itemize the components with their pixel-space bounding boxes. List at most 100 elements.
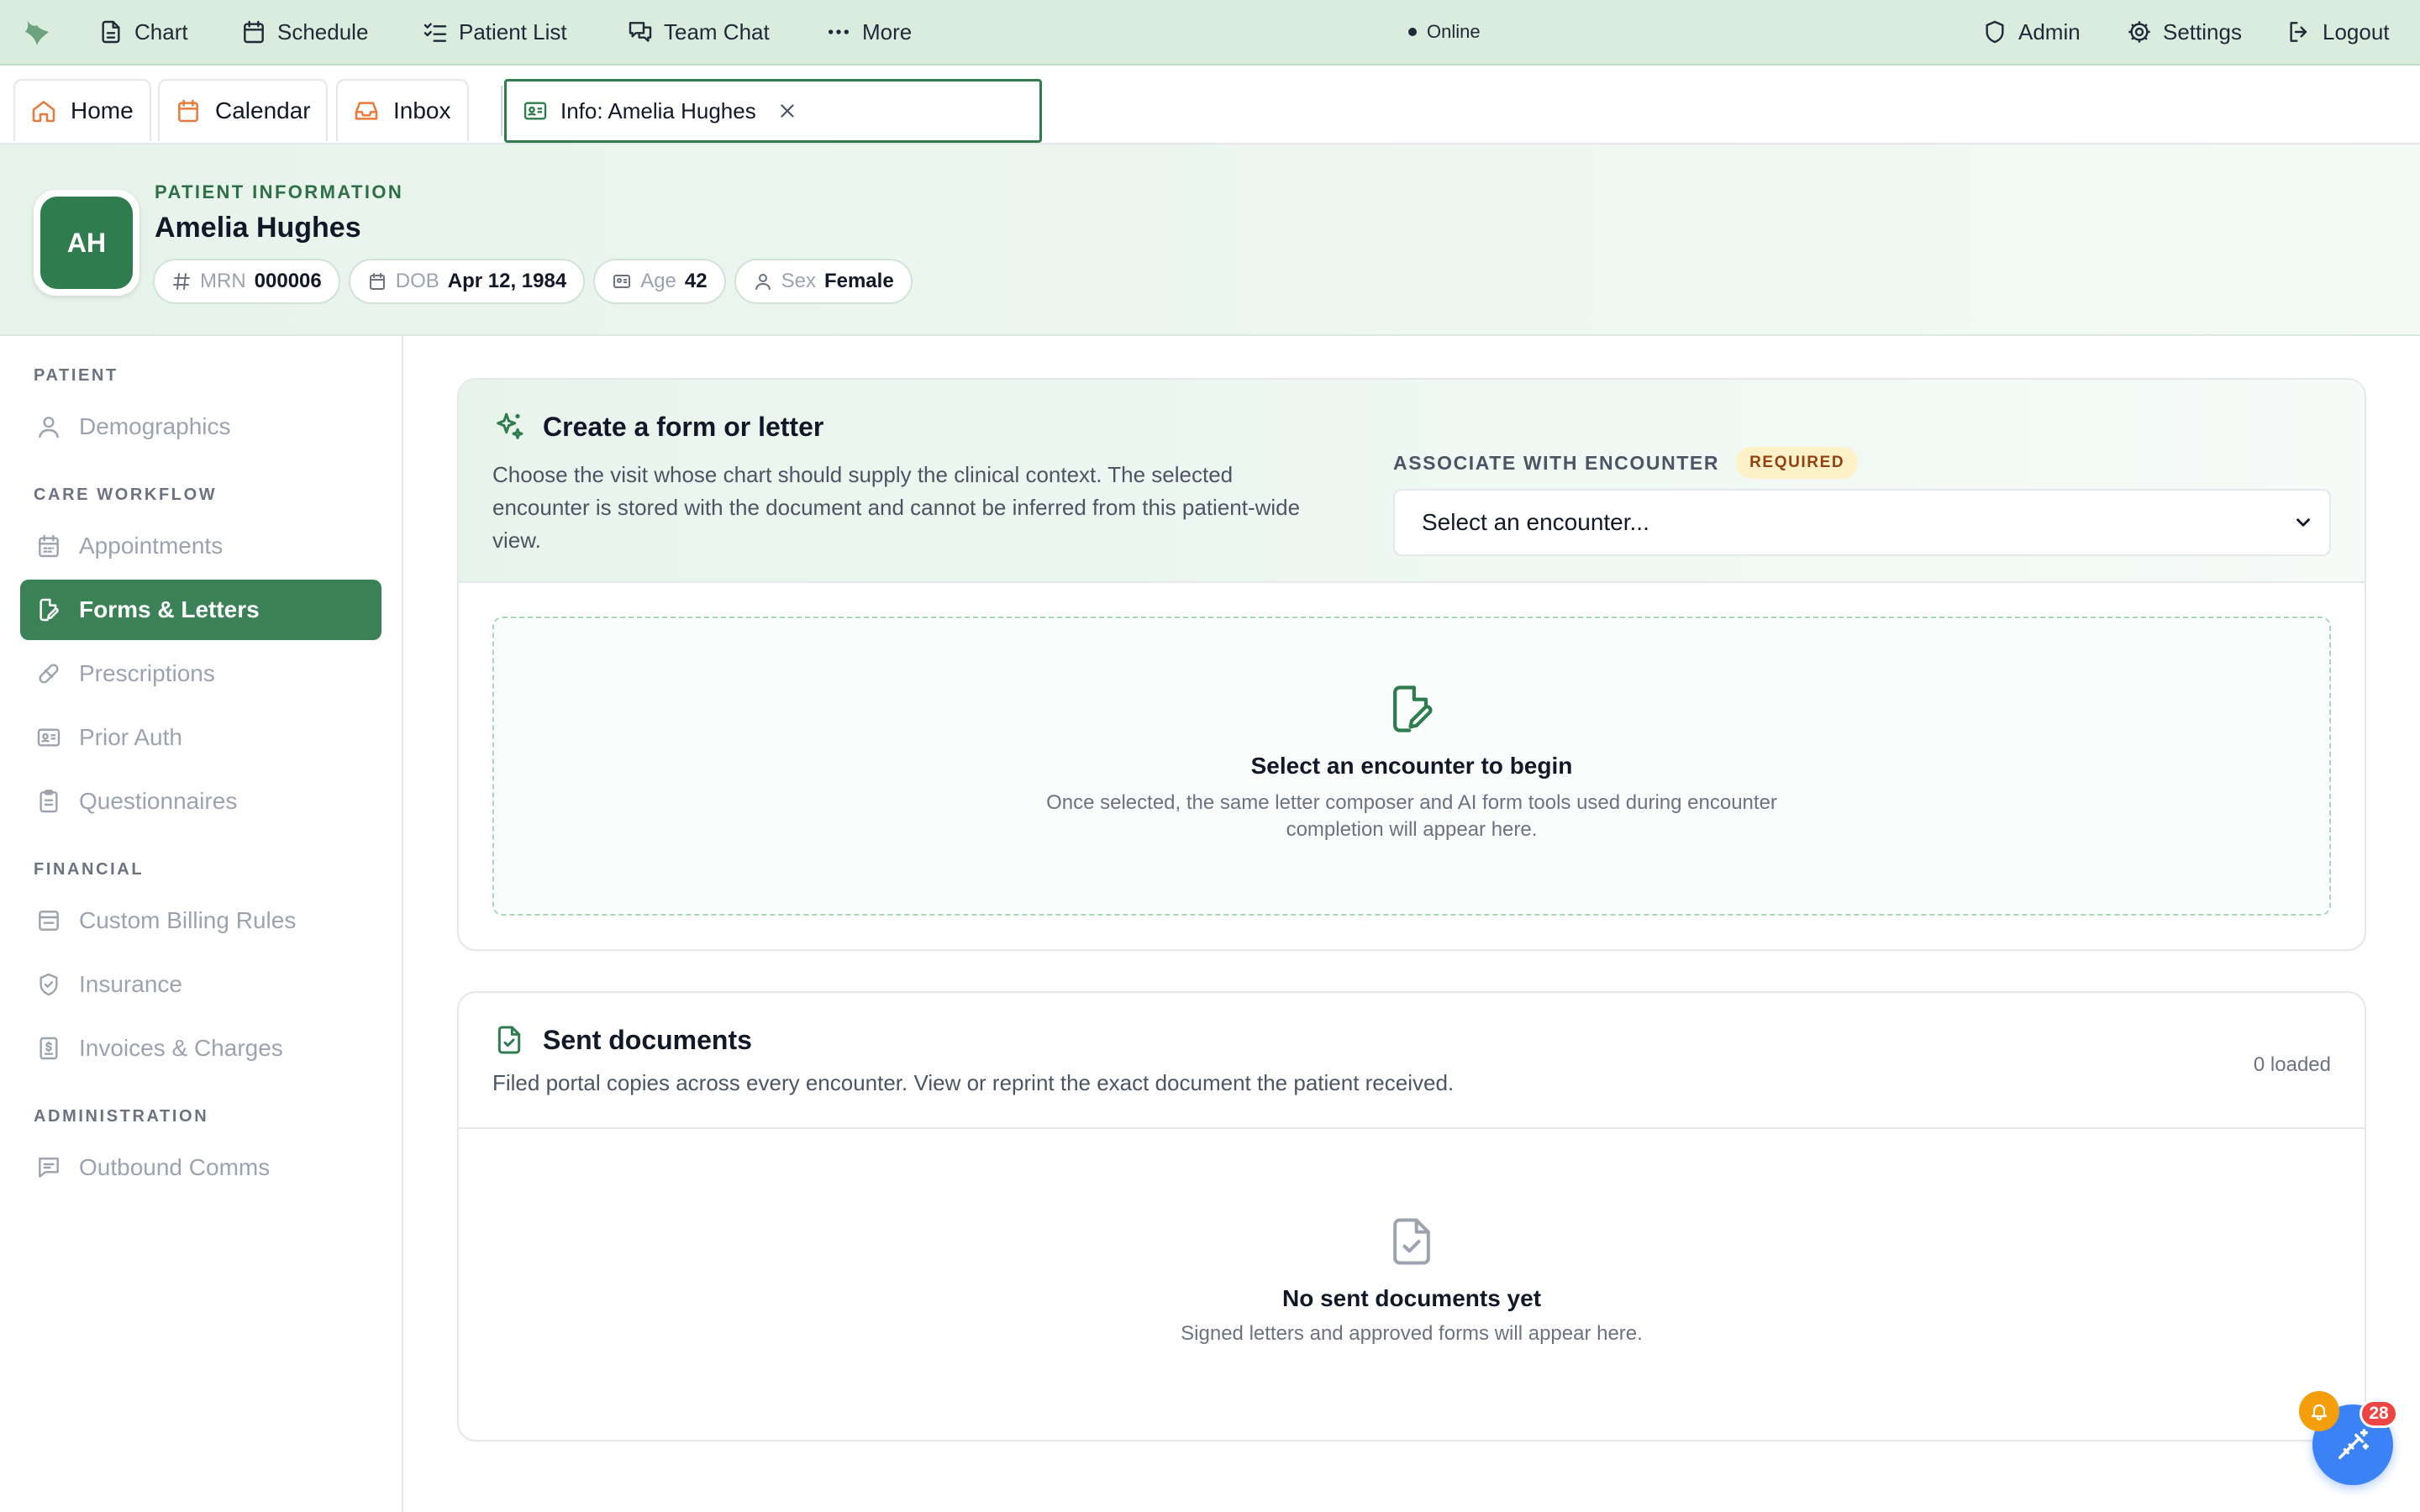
gear-icon — [2128, 21, 2150, 43]
chip-dob-value: Apr 12, 1984 — [447, 270, 567, 292]
calendar-icon — [244, 20, 264, 44]
nav-logout[interactable]: Logout — [2286, 0, 2390, 64]
encounter-placeholder-zone: Select an encounter to begin Once select… — [492, 617, 2331, 916]
sidebar-item-label: Appointments — [79, 533, 224, 559]
required-badge: REQUIRED — [1736, 447, 1859, 479]
sidebar-item-label: Custom Billing Rules — [79, 907, 297, 933]
nav-team-chat[interactable]: Team Chat — [627, 0, 770, 64]
nav-chart[interactable]: Chart — [97, 0, 188, 64]
patient-name: Amelia Hughes — [155, 212, 361, 244]
associate-encounter-label-text: ASSOCIATE WITH ENCOUNTER — [1393, 451, 1720, 474]
list-check-icon — [424, 23, 447, 42]
sparkles-icon — [497, 412, 523, 439]
file-icon — [102, 20, 120, 44]
shield-icon — [1986, 20, 2004, 44]
receipt-icon — [39, 911, 59, 931]
sidebar-section-care-workflow: CARE WORKFLOW — [34, 486, 218, 504]
calendar-icon — [39, 534, 59, 558]
create-form-desc-line: encounter is stored with the document an… — [492, 495, 1301, 520]
nav-logout-label: Logout — [2323, 18, 2390, 45]
sidebar-item-custom-billing-rules[interactable]: Custom Billing Rules — [20, 890, 381, 951]
pill-icon — [39, 664, 59, 684]
sidebar-item-label: Demographics — [79, 413, 231, 439]
user-icon — [39, 417, 59, 438]
notification-count-badge: 28 — [2360, 1399, 2398, 1428]
chip-sex-value: Female — [823, 270, 894, 292]
patient-chips: MRN 000006 DOB Apr 12, 1984 Age 42 Sex F… — [153, 259, 913, 304]
id-card-icon — [37, 728, 60, 747]
tab-patient-info-label: Info: Amelia Hughes — [560, 97, 756, 123]
create-form-card: Create a form or letter Choose the visit… — [457, 378, 2366, 951]
chip-sex-key: Sex — [781, 270, 816, 292]
file-edit-icon — [1393, 685, 1433, 732]
tab-home[interactable]: Home — [13, 79, 151, 141]
create-form-title: Create a form or letter — [492, 410, 823, 444]
tab-divider — [501, 86, 502, 136]
encounter-select[interactable]: Select an encounter... — [1393, 489, 2331, 556]
chip-mrn: MRN 000006 — [153, 259, 340, 304]
close-icon[interactable] — [776, 100, 798, 122]
chip-dob: DOB Apr 12, 1984 — [348, 259, 586, 304]
app-logo-icon[interactable] — [22, 17, 54, 49]
top-navigation-bar: Chart Schedule Patient List Team Chat Mo… — [0, 0, 2420, 66]
sidebar-section-financial: FINANCIAL — [34, 860, 145, 879]
encounter-empty-sub-line: Once selected, the same letter composer … — [1046, 791, 1777, 814]
connection-status-label: Online — [1427, 21, 1481, 42]
sidebar-section-patient: PATIENT — [34, 366, 118, 385]
nav-patient-list[interactable]: Patient List — [422, 0, 567, 64]
chip-mrn-key: MRN — [200, 270, 246, 292]
sidebar-item-questionnaires[interactable]: Questionnaires — [20, 771, 381, 832]
patient-info-eyebrow: PATIENT INFORMATION — [155, 181, 404, 202]
nav-patient-list-label: Patient List — [459, 18, 567, 45]
tab-inbox[interactable]: Inbox — [336, 79, 469, 141]
sent-documents-description: Filed portal copies across every encount… — [492, 1070, 1455, 1095]
sent-documents-empty-title: No sent documents yet — [1281, 1285, 1542, 1311]
sidebar-item-outbound-comms[interactable]: Outbound Comms — [20, 1137, 381, 1198]
avatar: AH — [34, 190, 139, 296]
chip-age-key: Age — [640, 270, 676, 292]
dots-icon — [829, 29, 849, 34]
encounter-empty-title: Select an encounter to begin — [1250, 753, 1573, 779]
sidebar-item-prior-auth[interactable]: Prior Auth — [20, 707, 381, 768]
calendar-icon — [178, 99, 198, 123]
file-edit-icon — [39, 598, 59, 622]
sidebar-item-label: Forms & Letters — [79, 596, 260, 622]
nav-more-label: More — [862, 18, 913, 45]
sidebar-item-invoices-charges[interactable]: Invoices & Charges — [20, 1018, 381, 1079]
sidebar-item-forms-letters[interactable]: Forms & Letters — [20, 580, 381, 640]
sent-documents-empty-subtitle: Signed letters and approved forms will a… — [1181, 1322, 1643, 1345]
sidebar-item-insurance[interactable]: Insurance — [20, 954, 381, 1015]
sent-documents-title: Sent documents — [492, 1023, 752, 1057]
sidebar-section-administration: ADMINISTRATION — [34, 1107, 209, 1126]
nav-more[interactable]: More — [825, 0, 912, 64]
chip-age-value: 42 — [684, 270, 708, 292]
nav-settings[interactable]: Settings — [2126, 0, 2242, 64]
sidebar-item-appointments[interactable]: Appointments — [20, 516, 381, 576]
sent-documents-title-text: Sent documents — [543, 1024, 752, 1055]
message-icon — [39, 1158, 59, 1178]
nav-admin[interactable]: Admin — [1981, 0, 2081, 64]
inbox-icon — [355, 102, 378, 120]
chip-dob-key: DOB — [395, 270, 439, 292]
sidebar-item-demographics[interactable]: Demographics — [20, 396, 381, 457]
encounter-empty-subtitle: Once selected, the same letter composer … — [494, 790, 2329, 843]
magic-wand-icon — [2338, 1429, 2369, 1460]
clipboard-icon — [39, 790, 58, 813]
notifications-bell-button[interactable] — [2299, 1391, 2339, 1431]
home-icon — [32, 101, 55, 123]
tab-calendar-label: Calendar — [215, 97, 311, 123]
id-card-icon — [613, 275, 631, 288]
tab-home-label: Home — [71, 97, 134, 123]
sidebar-item-label: Outbound Comms — [79, 1154, 271, 1180]
nav-schedule[interactable]: Schedule — [240, 0, 368, 64]
create-form-desc-line: view. — [492, 528, 541, 553]
shield-check-icon — [39, 973, 58, 996]
sidebar-item-prescriptions[interactable]: Prescriptions — [20, 643, 381, 704]
tab-calendar[interactable]: Calendar — [158, 79, 328, 141]
nav-schedule-label: Schedule — [277, 18, 369, 45]
user-icon — [755, 274, 771, 290]
chip-age: Age 42 — [593, 259, 726, 304]
sent-documents-card: Sent documents Filed portal copies acros… — [457, 991, 2366, 1441]
sent-documents-empty-state: No sent documents yet Signed letters and… — [459, 1211, 2365, 1347]
tab-patient-info[interactable]: Info: Amelia Hughes — [504, 79, 1042, 143]
